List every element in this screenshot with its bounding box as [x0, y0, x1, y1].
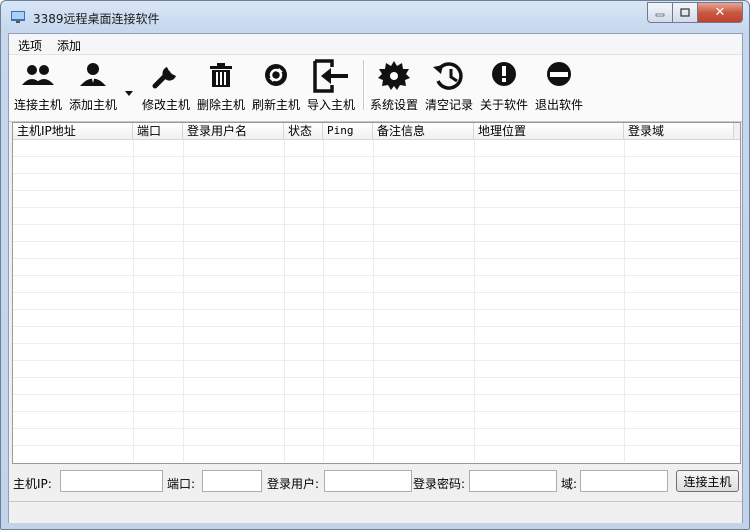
login-user-input[interactable]: [324, 470, 412, 492]
toolbar-label: 连接主机: [13, 98, 62, 112]
column-host-ip[interactable]: 主机IP地址: [13, 123, 133, 139]
domain-input[interactable]: [580, 470, 668, 492]
toolbar-label: 添加主机: [68, 98, 117, 112]
users-icon: [22, 65, 54, 85]
port-input[interactable]: [202, 470, 262, 492]
edit-host-button[interactable]: 修改主机: [140, 57, 192, 115]
grid-line: [624, 140, 625, 462]
list-body: [13, 140, 740, 462]
chevron-down-icon[interactable]: [125, 91, 133, 96]
app-icon: [11, 11, 25, 23]
status-bar: [9, 501, 742, 523]
grid-line: [323, 140, 324, 462]
maximize-icon: [680, 7, 690, 17]
user-add-icon: [80, 63, 106, 86]
minimize-icon: [655, 13, 665, 16]
clear-history-button[interactable]: 清空记录: [423, 57, 475, 115]
column-status[interactable]: 状态: [284, 123, 323, 139]
column-notes[interactable]: 备注信息: [373, 123, 474, 139]
menu-options[interactable]: 选项: [18, 37, 42, 54]
app-window: 3389远程桌面连接软件 ✕ 选项 添加 连接主机 添加主机 修改主机 删除主机…: [0, 0, 750, 530]
connect-host-button[interactable]: 连接主机: [12, 57, 64, 115]
host-ip-input[interactable]: [60, 470, 163, 492]
connect-form: 主机IP: 端口: 登录用户: 登录密码: 域: 连接主机: [9, 465, 742, 501]
host-list[interactable]: 主机IP地址 端口 登录用户名 状态 Ping 备注信息 地理位置 登录域: [12, 122, 741, 464]
column-username[interactable]: 登录用户名: [183, 123, 284, 139]
column-port[interactable]: 端口: [133, 123, 183, 139]
login-user-label: 登录用户:: [267, 477, 320, 491]
maximize-button[interactable]: [673, 2, 698, 23]
grid-line: [183, 140, 184, 462]
window-title: 3389远程桌面连接软件: [33, 12, 160, 26]
grid-line: [133, 140, 134, 462]
header-filler: [734, 123, 740, 139]
toolbar-label: 退出软件: [534, 98, 583, 112]
column-domain[interactable]: 登录域: [624, 123, 734, 139]
refresh-host-button[interactable]: 刷新主机: [250, 57, 302, 115]
connect-button[interactable]: 连接主机: [676, 470, 739, 492]
system-settings-button[interactable]: 系统设置: [368, 57, 420, 115]
toolbar-label: 修改主机: [141, 98, 190, 112]
toolbar: 连接主机 添加主机 修改主机 删除主机 刷新主机 导入主机 系统设置 清空记录 …: [9, 55, 742, 122]
list-header: 主机IP地址 端口 登录用户名 状态 Ping 备注信息 地理位置 登录域: [13, 123, 740, 140]
toolbar-label: 关于软件: [479, 98, 528, 112]
column-ping[interactable]: Ping: [323, 123, 373, 139]
minimize-button[interactable]: [647, 2, 673, 23]
import-host-button[interactable]: 导入主机: [305, 57, 357, 115]
gear-icon: [378, 61, 410, 90]
host-ip-label: 主机IP:: [13, 477, 52, 491]
grid-line: [474, 140, 475, 462]
grid-line: [373, 140, 374, 462]
import-icon: [313, 59, 348, 93]
trash-icon: [210, 63, 232, 87]
wrench-icon: [152, 67, 176, 89]
column-location[interactable]: 地理位置: [474, 123, 624, 139]
client-area: 选项 添加 连接主机 添加主机 修改主机 删除主机 刷新主机 导入主机 系统设置…: [8, 33, 743, 523]
login-password-input[interactable]: [469, 470, 557, 492]
toolbar-separator: [363, 60, 365, 110]
toolbar-label: 刷新主机: [251, 98, 300, 112]
close-button[interactable]: ✕: [698, 2, 743, 23]
refresh-icon: [265, 64, 287, 86]
toolbar-label: 清空记录: [424, 98, 473, 112]
about-button[interactable]: 关于软件: [478, 57, 530, 115]
info-icon: [492, 62, 516, 86]
close-icon: ✕: [714, 5, 726, 20]
exit-button[interactable]: 退出软件: [533, 57, 585, 115]
toolbar-label: 删除主机: [196, 98, 245, 112]
toolbar-label: 系统设置: [369, 98, 418, 112]
port-label: 端口:: [167, 477, 196, 491]
menu-bar: 选项 添加: [9, 34, 742, 55]
toolbar-label: 导入主机: [306, 98, 355, 112]
domain-label: 域:: [561, 477, 578, 491]
grid-line: [284, 140, 285, 462]
menu-add[interactable]: 添加: [57, 37, 81, 54]
add-host-button[interactable]: 添加主机: [67, 57, 119, 115]
delete-host-button[interactable]: 删除主机: [195, 57, 247, 115]
history-icon: [433, 62, 463, 90]
exit-icon: [547, 62, 571, 86]
title-bar[interactable]: 3389远程桌面连接软件 ✕: [1, 1, 749, 33]
login-password-label: 登录密码:: [413, 477, 466, 491]
